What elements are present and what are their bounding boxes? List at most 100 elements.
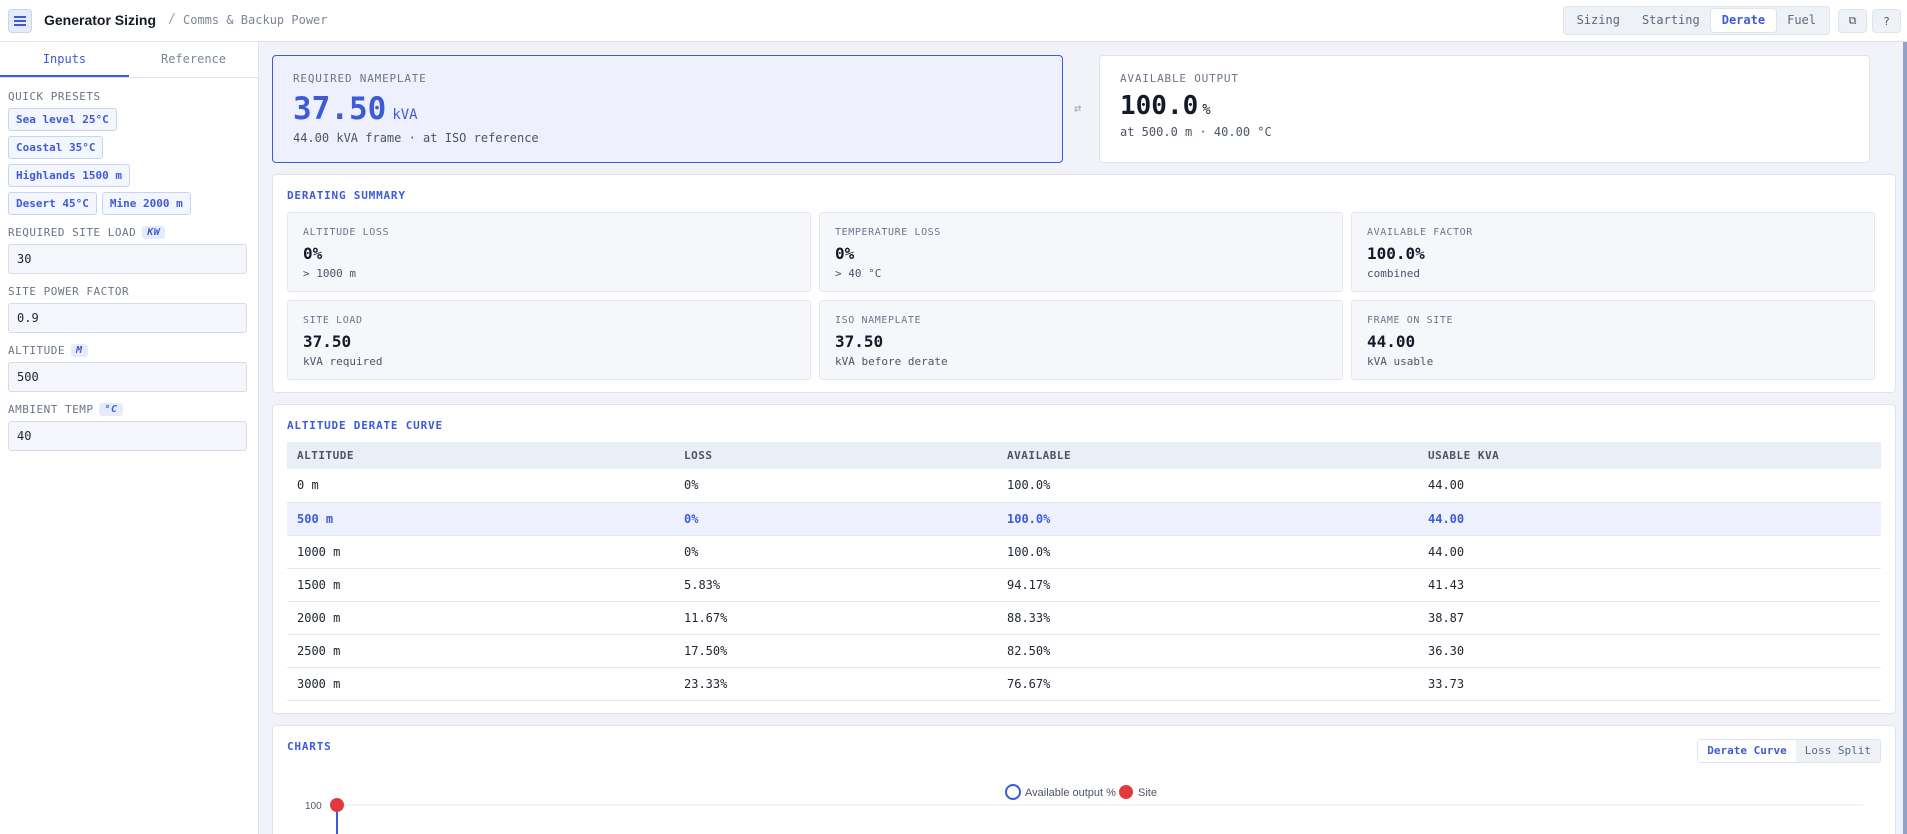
column-header-altitude: ALTITUDE bbox=[287, 442, 674, 469]
quick-presets-label: QUICK PRESETS bbox=[8, 90, 101, 103]
altitude-curve-panel: ALTITUDE DERATE CURVE ALTITUDE LOSS AVAI… bbox=[272, 404, 1896, 714]
required-nameplate-label: REQUIRED NAMEPLATE bbox=[293, 72, 427, 85]
power-factor-input[interactable]: 0.9 bbox=[8, 303, 247, 333]
view-tabs: Sizing Starting Derate Fuel bbox=[1562, 6, 1830, 35]
swap-icon: ⇄ bbox=[1074, 101, 1082, 115]
derating-summary-panel: DERATING SUMMARY ALTITUDE LOSS 0% > 1000… bbox=[272, 174, 1896, 393]
stat-sub: > 40 °C bbox=[835, 267, 882, 280]
menu-icon[interactable] bbox=[8, 9, 32, 33]
ambient-temp-input[interactable]: 40 bbox=[8, 421, 247, 451]
legend-site-label: Site bbox=[1138, 787, 1157, 799]
preset-highlands[interactable]: Highlands 1500 m bbox=[8, 164, 130, 187]
site-load-label: REQUIRED SITE LOAD KW bbox=[8, 226, 250, 239]
y-tick-label: 100 bbox=[305, 801, 322, 812]
table-cell: 44.00 bbox=[1418, 535, 1881, 569]
charts-panel: CHARTS Derate Curve Loss Split Available… bbox=[272, 724, 1896, 834]
table-cell: 2500 m bbox=[287, 634, 674, 668]
table-cell: 88.33% bbox=[997, 601, 1418, 635]
chart-toggle: Derate Curve Loss Split bbox=[1697, 738, 1881, 763]
table-cell: 100.0% bbox=[997, 469, 1418, 503]
table-cell: 33.73 bbox=[1418, 667, 1881, 701]
table-cell: 3000 m bbox=[287, 667, 674, 701]
column-header-available: AVAILABLE bbox=[997, 442, 1418, 469]
stat-iso-nameplate: ISO NAMEPLATE 37.50 kVA before derate bbox=[819, 300, 1343, 380]
site-load-input[interactable]: 30 bbox=[8, 244, 247, 274]
stat-value: 37.50 bbox=[303, 332, 352, 351]
table-row: 1000 m 0% 100.0% 44.00 bbox=[287, 535, 1881, 569]
stat-label: SITE LOAD bbox=[303, 315, 363, 326]
required-nameplate-value: 37.50 bbox=[293, 91, 387, 127]
preset-mine[interactable]: Mine 2000 m bbox=[101, 192, 191, 215]
table-cell: 11.67% bbox=[674, 601, 997, 635]
site-load-label-text: REQUIRED SITE LOAD bbox=[8, 226, 137, 239]
preset-sea-level[interactable]: Sea level 25°C bbox=[8, 108, 117, 131]
toggle-derate-curve[interactable]: Derate Curve bbox=[1698, 739, 1796, 762]
copy-icon[interactable]: ⧉ bbox=[1838, 9, 1867, 33]
stat-grid: ALTITUDE LOSS 0% > 1000 m TEMPERATURE LO… bbox=[287, 212, 1881, 380]
tab-inputs[interactable]: Inputs bbox=[0, 42, 129, 77]
legend-available-marker bbox=[1005, 783, 1021, 800]
altitude-input[interactable]: 500 bbox=[8, 362, 247, 392]
table-cell: 41.43 bbox=[1418, 568, 1881, 602]
table-row: 0 m 0% 100.0% 44.00 bbox=[287, 469, 1881, 503]
table-cell: 36.30 bbox=[1418, 634, 1881, 668]
stat-sub: > 1000 m bbox=[303, 267, 356, 280]
stat-temperature-loss: TEMPERATURE LOSS 0% > 40 °C bbox=[819, 212, 1343, 292]
tab-sizing[interactable]: Sizing bbox=[1566, 9, 1631, 32]
ambient-temp-unit: °C bbox=[99, 403, 123, 416]
table-cell: 5.83% bbox=[674, 568, 997, 602]
table-cell: 100.0% bbox=[997, 535, 1418, 569]
table-cell: 44.00 bbox=[1418, 502, 1881, 536]
stat-value: 37.50 bbox=[835, 332, 884, 351]
preset-list: Sea level 25°C Coastal 35°C Highlands 15… bbox=[8, 108, 208, 215]
stat-sub: kVA usable bbox=[1367, 355, 1434, 368]
site-point bbox=[330, 797, 344, 812]
stat-sub: combined bbox=[1367, 267, 1420, 280]
stat-sub: kVA before derate bbox=[835, 355, 948, 368]
stat-frame-on-site: FRAME ON SITE 44.00 kVA usable bbox=[1351, 300, 1875, 380]
tab-fuel[interactable]: Fuel bbox=[1776, 9, 1827, 32]
help-icon[interactable]: ? bbox=[1872, 9, 1901, 33]
stat-value: 0% bbox=[303, 244, 323, 263]
table-cell: 23.33% bbox=[674, 667, 997, 701]
table-cell: 2000 m bbox=[287, 601, 674, 635]
main-content: REQUIRED NAMEPLATE 37.50 kVA 44.00 kVA fr… bbox=[272, 55, 1896, 834]
app-title: Generator Sizing bbox=[44, 12, 157, 28]
altitude-derate-table: ALTITUDE LOSS AVAILABLE USABLE KVA 0 m 0%… bbox=[287, 442, 1881, 701]
stat-site-load: SITE LOAD 37.50 kVA required bbox=[287, 300, 811, 380]
stat-label: TEMPERATURE LOSS bbox=[835, 227, 941, 238]
altitude-label-text: ALTITUDE bbox=[8, 344, 65, 357]
stat-value: 44.00 bbox=[1367, 332, 1416, 351]
breadcrumb-subtitle: Comms & Backup Power bbox=[183, 13, 328, 27]
tab-reference[interactable]: Reference bbox=[129, 42, 258, 77]
table-cell: 38.87 bbox=[1418, 601, 1881, 635]
table-header-row: ALTITUDE LOSS AVAILABLE USABLE KVA bbox=[287, 442, 1881, 469]
derating-summary-title: DERATING SUMMARY bbox=[287, 189, 406, 202]
column-header-loss: LOSS bbox=[674, 442, 997, 469]
required-nameplate-sub: 44.00 kVA frame · at ISO reference bbox=[293, 131, 539, 145]
table-row: 2000 m 11.67% 88.33% 38.87 bbox=[287, 601, 1881, 635]
toggle-loss-split[interactable]: Loss Split bbox=[1796, 740, 1880, 762]
required-nameplate-card: REQUIRED NAMEPLATE 37.50 kVA 44.00 kVA fr… bbox=[272, 55, 1063, 163]
legend-site-marker bbox=[1119, 784, 1133, 799]
tab-starting[interactable]: Starting bbox=[1631, 9, 1711, 32]
table-cell: 0% bbox=[674, 502, 997, 536]
required-nameplate-unit: kVA bbox=[392, 107, 418, 123]
stat-sub: kVA required bbox=[303, 355, 383, 368]
sidebar: Inputs Reference QUICK PRESETS Sea level… bbox=[0, 42, 259, 834]
stat-label: ISO NAMEPLATE bbox=[835, 315, 922, 326]
preset-desert[interactable]: Desert 45°C bbox=[8, 192, 97, 215]
preset-coastal[interactable]: Coastal 35°C bbox=[8, 136, 104, 159]
table-cell: 76.67% bbox=[997, 667, 1418, 701]
available-output-sub: at 500.0 m · 40.00 °C bbox=[1120, 125, 1272, 139]
stat-value: 0% bbox=[835, 244, 855, 263]
scrollbar[interactable] bbox=[1903, 42, 1907, 834]
table-cell: 1000 m bbox=[287, 535, 674, 569]
table-row: 1500 m 5.83% 94.17% 41.43 bbox=[287, 568, 1881, 602]
table-row: 2500 m 17.50% 82.50% 36.30 bbox=[287, 634, 1881, 668]
charts-title: CHARTS bbox=[287, 739, 332, 753]
breadcrumb-separator: / bbox=[168, 12, 176, 27]
tab-derate[interactable]: Derate bbox=[1710, 9, 1777, 32]
altitude-label: ALTITUDE M bbox=[8, 344, 250, 357]
available-output-value: 100.0 bbox=[1120, 91, 1199, 121]
